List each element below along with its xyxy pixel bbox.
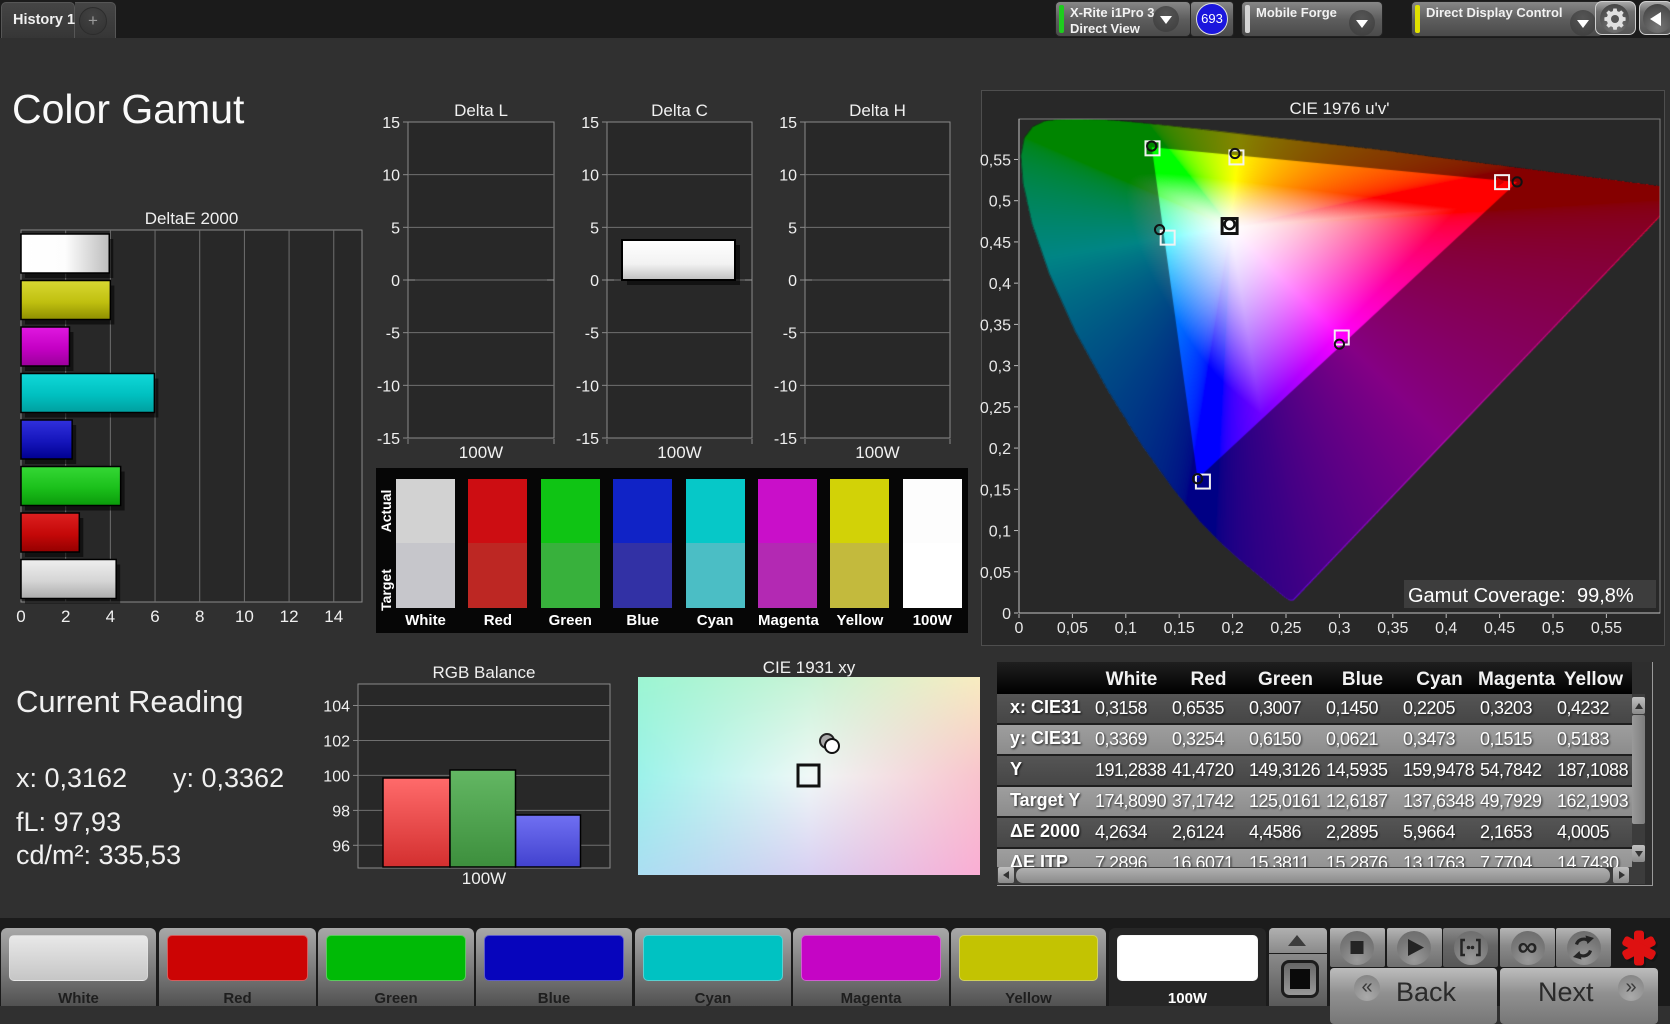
svg-text:0,05: 0,05 bbox=[980, 565, 1011, 582]
svg-text:0,35: 0,35 bbox=[1377, 620, 1408, 637]
svg-text:0,5: 0,5 bbox=[989, 194, 1011, 211]
svg-text:0,15: 0,15 bbox=[1164, 620, 1195, 637]
svg-text:0,3: 0,3 bbox=[989, 359, 1011, 376]
svg-text:0,45: 0,45 bbox=[1484, 620, 1515, 637]
svg-text:0,25: 0,25 bbox=[980, 400, 1011, 417]
svg-text:CIE 1931 xy: CIE 1931 xy bbox=[763, 658, 856, 677]
svg-text:0,55: 0,55 bbox=[1591, 620, 1622, 637]
svg-text:0,05: 0,05 bbox=[1057, 620, 1088, 637]
svg-text:0,25: 0,25 bbox=[1270, 620, 1301, 637]
svg-text:0,4: 0,4 bbox=[989, 276, 1011, 293]
svg-text:CIE 1976 u'v': CIE 1976 u'v' bbox=[1289, 99, 1389, 118]
svg-text:0,1: 0,1 bbox=[989, 524, 1011, 541]
svg-text:0,15: 0,15 bbox=[980, 482, 1011, 499]
svg-text:0,5: 0,5 bbox=[1542, 620, 1564, 637]
svg-text:0,4: 0,4 bbox=[1435, 620, 1457, 637]
svg-text:0: 0 bbox=[1015, 620, 1024, 637]
svg-text:0: 0 bbox=[1002, 606, 1011, 623]
svg-text:0,55: 0,55 bbox=[980, 152, 1011, 169]
svg-text:0,45: 0,45 bbox=[980, 235, 1011, 252]
svg-text:Gamut Coverage: 99,8%: Gamut Coverage: 99,8% bbox=[1408, 585, 1634, 607]
svg-text:0,3: 0,3 bbox=[1328, 620, 1350, 637]
svg-text:0,1: 0,1 bbox=[1115, 620, 1137, 637]
svg-text:0,2: 0,2 bbox=[1221, 620, 1243, 637]
svg-text:0,2: 0,2 bbox=[989, 441, 1011, 458]
svg-text:0,35: 0,35 bbox=[980, 317, 1011, 334]
